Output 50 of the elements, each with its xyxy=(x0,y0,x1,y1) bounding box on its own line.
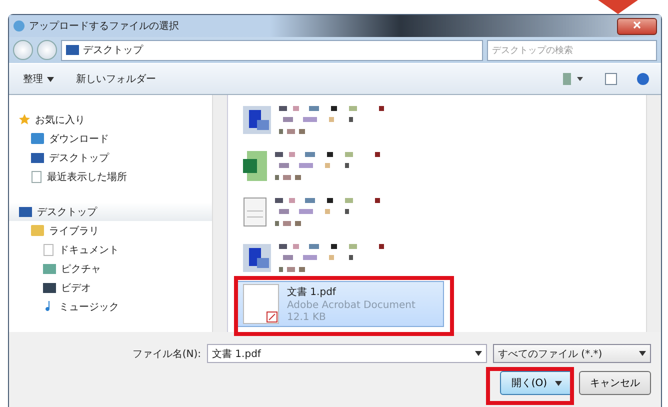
caret-icon xyxy=(47,76,54,82)
organize-button[interactable]: 整理 xyxy=(21,70,45,88)
filename-field[interactable]: 文書 1.pdf xyxy=(207,344,487,363)
filetype-select[interactable]: すべてのファイル (*.*) xyxy=(493,344,651,363)
sidebar-item[interactable]: ドキュメント xyxy=(9,240,212,259)
file-item[interactable]: 文書 1.pdf Adobe Acrobat Document 12.1 KB xyxy=(236,281,444,327)
image-thumbnail-icon xyxy=(243,244,271,272)
preview-pane-icon[interactable] xyxy=(605,73,617,85)
sidebar-item[interactable]: ダウンロード xyxy=(9,129,212,148)
close-icon xyxy=(633,20,641,28)
sidebar-item[interactable]: 最近表示した場所 xyxy=(9,167,212,186)
document-icon xyxy=(31,170,42,182)
cancel-button[interactable]: キャンセル xyxy=(579,371,651,395)
caret-icon xyxy=(639,351,646,356)
document-icon xyxy=(43,244,54,256)
sidebar-item[interactable]: ライブラリ xyxy=(9,221,212,240)
spreadsheet-icon xyxy=(243,151,267,181)
sidebar-group-header[interactable]: デスクトップ xyxy=(9,202,212,221)
help-icon[interactable] xyxy=(637,73,649,85)
view-options-icon[interactable] xyxy=(563,73,585,85)
star-icon xyxy=(19,114,30,125)
monitor-icon xyxy=(31,152,44,162)
monitor-icon xyxy=(66,45,79,55)
folder-icon xyxy=(31,133,44,144)
globe-icon xyxy=(13,20,25,32)
sidebar-item[interactable]: ミュージック xyxy=(9,297,212,316)
sidebar-item[interactable]: デスクトップ xyxy=(9,148,212,167)
scrollbar[interactable] xyxy=(646,95,661,332)
sidebar-item[interactable]: お気に入り xyxy=(9,110,212,129)
folder-icon xyxy=(31,225,44,236)
filename-label: ファイル名(N): xyxy=(132,348,201,360)
new-folder-button[interactable]: 新しいフォルダー xyxy=(74,70,158,88)
close-button[interactable] xyxy=(617,18,657,34)
film-icon xyxy=(43,282,56,292)
pdf-file-icon xyxy=(243,284,279,324)
forward-button[interactable] xyxy=(37,40,57,60)
open-button[interactable]: 開く(O) xyxy=(500,371,573,395)
sidebar-item[interactable]: ピクチャ xyxy=(9,259,212,278)
arrow-tip-drawing xyxy=(598,0,638,14)
window-title: アップロードするファイルの選択 xyxy=(29,20,180,33)
image-thumbnail-icon xyxy=(243,106,271,134)
sidebar-item[interactable]: ビデオ xyxy=(9,278,212,297)
monitor-icon xyxy=(19,206,32,216)
caret-icon xyxy=(555,380,562,386)
caret-icon xyxy=(475,351,482,356)
document-icon xyxy=(243,197,267,227)
image-icon xyxy=(43,264,56,274)
back-button[interactable] xyxy=(13,40,33,60)
address-bar[interactable]: デスクトップ xyxy=(61,40,483,60)
scrollbar[interactable] xyxy=(212,95,227,332)
